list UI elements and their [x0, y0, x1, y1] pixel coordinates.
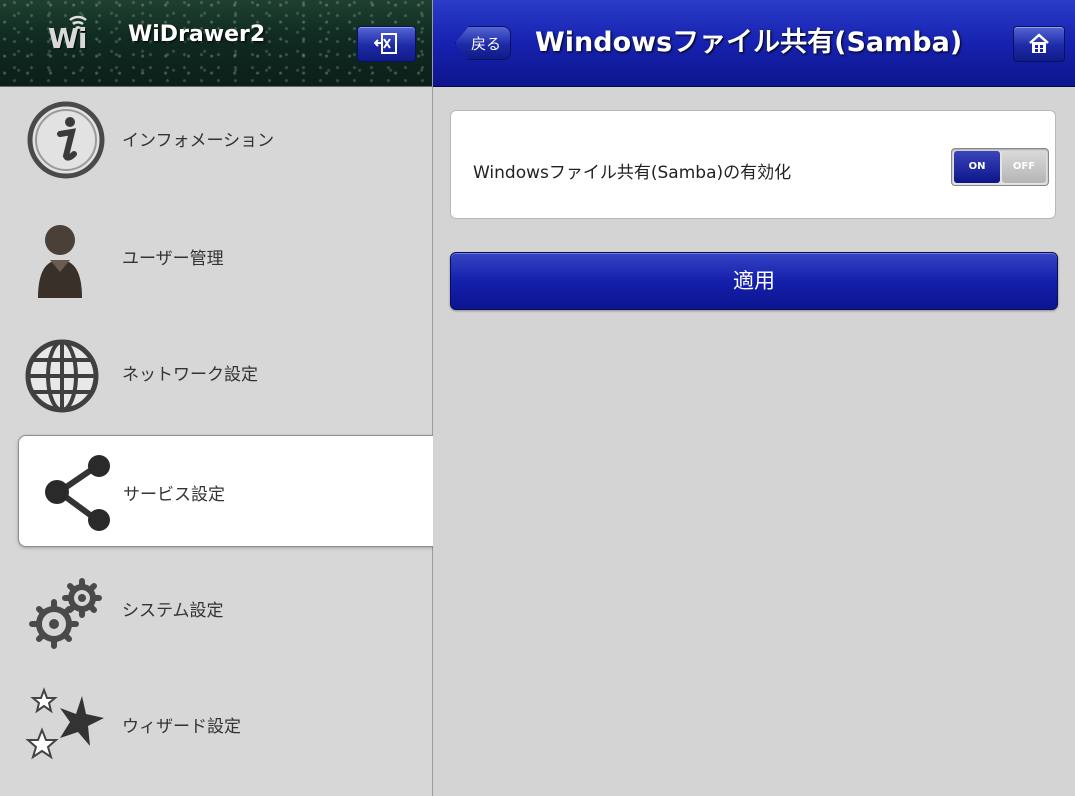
sidebar-item-label: システム設定 — [122, 601, 224, 621]
sidebar-item-user-management[interactable]: ユーザー管理 — [0, 204, 432, 314]
toggle-off-option[interactable]: OFF — [1002, 151, 1046, 183]
sidebar-item-label: サービス設定 — [123, 485, 225, 505]
page-title: Windowsファイル共有(Samba) — [535, 27, 963, 58]
logout-button[interactable] — [357, 26, 416, 62]
sidebar-item-system[interactable]: システム設定 — [0, 556, 432, 666]
sidebar-item-label: ユーザー管理 — [122, 249, 224, 269]
stars-icon — [24, 684, 108, 768]
top-bar: 戻る Windowsファイル共有(Samba) — [433, 0, 1075, 87]
sidebar-item-wizard[interactable]: ウィザード設定 — [0, 672, 432, 782]
app-title: WiDrawer2 — [128, 22, 266, 47]
share-icon — [35, 448, 119, 532]
info-icon — [24, 98, 108, 182]
home-button[interactable] — [1013, 26, 1065, 62]
gears-icon — [24, 568, 108, 652]
sidebar-item-information[interactable]: インフォメーション — [0, 86, 432, 196]
settings-card: Windowsファイル共有(Samba)の有効化 ON OFF — [450, 110, 1056, 219]
wifi-logo-icon: Wi — [40, 10, 116, 55]
back-button[interactable]: 戻る — [455, 26, 511, 60]
sidebar: Wi WiDrawer2 インフォメーション ユーザー管理 ネットワーク設定 サ… — [0, 0, 449, 796]
sidebar-item-label: ウィザード設定 — [122, 717, 241, 737]
apply-button[interactable]: 適用 — [450, 252, 1058, 310]
home-icon — [1029, 33, 1049, 53]
globe-icon — [24, 332, 108, 416]
sidebar-item-network[interactable]: ネットワーク設定 — [0, 320, 432, 430]
sidebar-header: Wi WiDrawer2 — [0, 0, 432, 87]
samba-enable-toggle[interactable]: ON OFF — [951, 148, 1049, 186]
logo-text: Wi — [48, 22, 87, 55]
samba-enable-label: Windowsファイル共有(Samba)の有効化 — [473, 163, 792, 183]
content-area: Windowsファイル共有(Samba)の有効化 ON OFF 適用 — [433, 87, 1075, 796]
sidebar-item-service[interactable]: サービス設定 — [18, 435, 449, 547]
sidebar-item-label: ネットワーク設定 — [122, 365, 258, 385]
user-icon — [24, 216, 108, 300]
logout-icon — [374, 33, 397, 54]
toggle-on-option[interactable]: ON — [954, 151, 1000, 183]
sidebar-item-label: インフォメーション — [122, 131, 275, 151]
